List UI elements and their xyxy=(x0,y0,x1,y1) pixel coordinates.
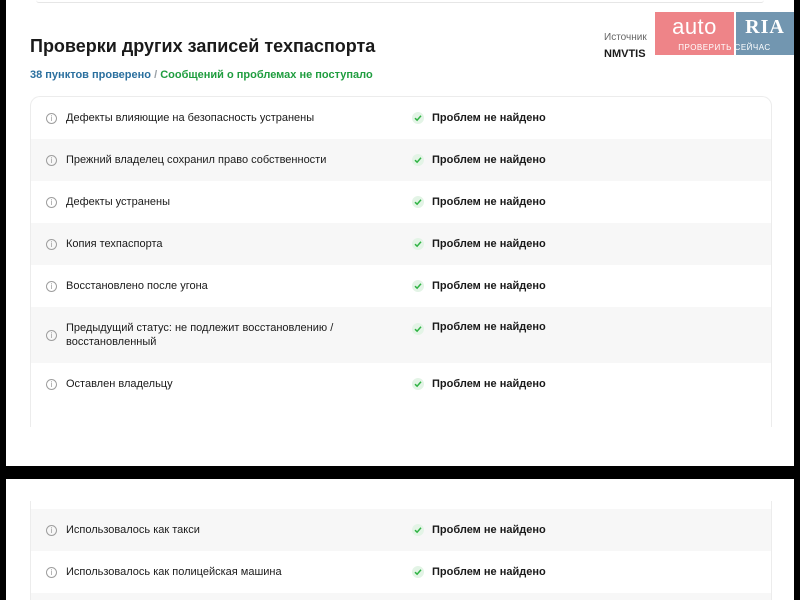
check-label: Прежний владелец сохранил право собствен… xyxy=(66,154,327,166)
autoria-watermark: auto RIA ПРОВЕРИТЬ СЕЙЧАС xyxy=(655,12,794,55)
checkmark-icon xyxy=(412,566,424,578)
checkmark-icon xyxy=(412,196,424,208)
check-label: Оставлен владельцу xyxy=(66,378,173,390)
check-row: i Оставлен владельцу Проблем не найдено xyxy=(31,363,771,405)
check-label: Дефекты устранены xyxy=(66,196,170,208)
check-label: Восстановлено после угона xyxy=(66,280,208,292)
info-icon[interactable]: i xyxy=(46,378,57,390)
check-row: i Дефекты устранены Проблем не найдено xyxy=(31,181,771,223)
info-icon[interactable]: i xyxy=(46,112,57,124)
check-row: i Использовалось как такси Проблем не на… xyxy=(31,509,771,551)
checkmark-icon xyxy=(412,524,424,536)
report-panel-top: Проверки других записей техпаспорта 38 п… xyxy=(6,0,794,466)
check-label: Использовалось как такси xyxy=(66,524,200,536)
checkmark-icon xyxy=(412,280,424,292)
info-icon[interactable]: i xyxy=(46,566,57,578)
watermark-auto-text: auto xyxy=(672,14,717,39)
check-row: i Восстановлено после угона Проблем не н… xyxy=(31,265,771,307)
source-value: NMVTIS xyxy=(604,48,646,60)
info-icon[interactable]: i xyxy=(46,196,57,208)
check-status: Проблем не найдено xyxy=(432,154,546,166)
check-row: i Прежний владелец сохранил право собств… xyxy=(31,139,771,181)
checkmark-icon xyxy=(412,112,424,124)
check-status: Проблем не найдено xyxy=(432,280,546,292)
checks-list-continued: i Использовалось как такси Проблем не на… xyxy=(30,501,772,600)
info-icon[interactable]: i xyxy=(46,154,57,166)
no-problems-message: Сообщений о проблемах не поступало xyxy=(160,69,373,81)
info-icon[interactable]: i xyxy=(46,280,57,292)
check-row-partial xyxy=(31,593,771,600)
checkmark-icon xyxy=(412,323,424,335)
check-status: Проблем не найдено xyxy=(432,196,546,208)
info-icon[interactable]: i xyxy=(46,329,57,341)
summary-separator: / xyxy=(154,69,158,81)
check-row: i Копия техпаспорта Проблем не найдено xyxy=(31,223,771,265)
check-label: Копия техпаспорта xyxy=(66,238,163,250)
checkmark-icon xyxy=(412,238,424,250)
checkmark-icon xyxy=(412,378,424,390)
checks-list: i Дефекты влияющие на безопасность устра… xyxy=(30,96,772,427)
info-icon[interactable]: i xyxy=(46,524,57,536)
check-row: i Предыдущий статус: не подлежит восстан… xyxy=(31,307,771,363)
source-label: Источник xyxy=(604,32,647,43)
check-row: i Дефекты влияющие на безопасность устра… xyxy=(31,97,771,139)
section-summary: 38 пунктов проверено / Сообщений о пробл… xyxy=(30,69,373,81)
section-title: Проверки других записей техпаспорта xyxy=(30,36,376,56)
checkmark-icon xyxy=(412,154,424,166)
watermark-ria-text: RIA xyxy=(745,16,785,38)
watermark-caption: ПРОВЕРИТЬ СЕЙЧАС xyxy=(678,43,771,52)
report-panel-bottom: i Использовалось как такси Проблем не на… xyxy=(6,479,794,600)
check-status: Проблем не найдено xyxy=(432,566,546,578)
check-row: i Использовалось как полицейская машина … xyxy=(31,551,771,593)
info-icon[interactable]: i xyxy=(46,238,57,250)
check-status: Проблем не найдено xyxy=(432,524,546,536)
check-status: Проблем не найдено xyxy=(432,112,546,124)
check-label: Дефекты влияющие на безопасность устране… xyxy=(66,112,315,124)
check-status: Проблем не найдено xyxy=(432,238,546,250)
check-status: Проблем не найдено xyxy=(432,378,546,390)
check-label: Предыдущий статус: не подлежит восстанов… xyxy=(66,322,334,348)
previous-card-edge xyxy=(36,0,764,3)
check-label: Использовалось как полицейская машина xyxy=(66,566,282,578)
checked-count: 38 пунктов проверено xyxy=(30,69,151,81)
check-status: Проблем не найдено xyxy=(432,321,546,333)
